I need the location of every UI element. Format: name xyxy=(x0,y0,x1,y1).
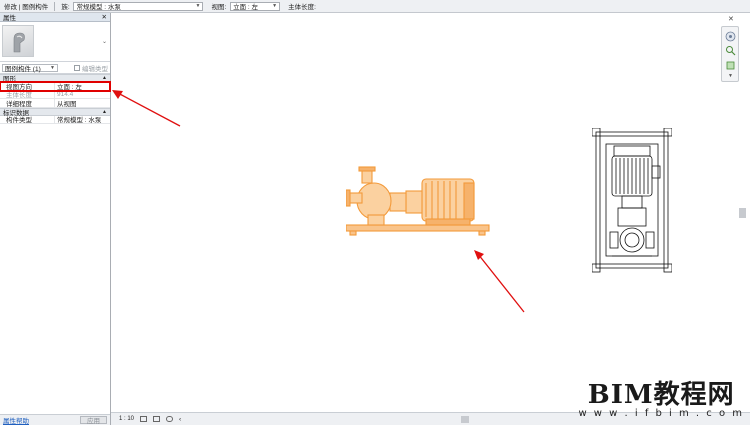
properties-help-link[interactable]: 属性帮助 xyxy=(3,415,29,425)
options-bar: 修改 | 图例构件 族: 常规模型 : 水泵 ▼ 视图: 立面 : 左 ▼ 主体… xyxy=(0,0,750,13)
property-row-view-direction[interactable]: 视图方向 立面 : 左 xyxy=(0,81,111,92)
type-selector-caret[interactable]: ⌄ xyxy=(102,38,107,45)
property-value[interactable]: 常规模型 : 水泵 xyxy=(55,116,110,124)
property-key: 详细程度 xyxy=(0,99,55,108)
watermark-logo: BIM教程网 w w w . i f b i m . c o m xyxy=(578,382,744,419)
view-selector[interactable]: 视图: 立面 : 左 ▼ xyxy=(207,1,284,11)
properties-title-bar: 属性 ✕ xyxy=(0,13,110,22)
chevron-down-icon: ▼ xyxy=(195,3,201,9)
edit-type-label: 编辑类型 xyxy=(82,65,108,73)
watermark-url: w w w . i f b i m . c o m xyxy=(578,408,744,419)
view-value: 立面 : 左 xyxy=(233,4,258,11)
property-value[interactable]: 立面 : 左 xyxy=(55,82,110,91)
property-row-component-type[interactable]: 构件类型 常规模型 : 水泵 xyxy=(0,115,110,124)
family-dropdown[interactable]: 常规模型 : 水泵 ▼ xyxy=(73,1,204,11)
collapse-icon: ▲ xyxy=(102,75,107,81)
type-selector[interactable]: ⌄ xyxy=(0,22,110,62)
host-length-label: 主体长度: xyxy=(288,4,316,11)
apply-button[interactable]: 应用 xyxy=(80,416,107,425)
chevron-down-icon: ▼ xyxy=(272,3,278,9)
property-key: 视图方向 xyxy=(0,82,55,91)
vertical-scrollbar[interactable] xyxy=(739,208,746,218)
annotation-arrow xyxy=(112,90,181,127)
host-length-field[interactable]: 主体长度: xyxy=(284,1,320,11)
edit-type-icon xyxy=(74,64,80,71)
visual-style-icon[interactable] xyxy=(153,416,161,422)
modify-context-label: 修改 | 图例构件 xyxy=(4,4,49,11)
pump-elevation-selected[interactable] xyxy=(346,163,491,245)
close-icon[interactable]: ✕ xyxy=(102,13,107,21)
detail-level-icon[interactable] xyxy=(140,416,148,422)
family-value: 常规模型 : 水泵 xyxy=(76,4,121,11)
family-preview-icon xyxy=(13,32,25,53)
separator xyxy=(54,1,56,11)
annotation-arrow xyxy=(474,250,525,313)
chevron-left-icon[interactable]: ‹ xyxy=(179,416,181,423)
chevron-down-icon[interactable]: ▼ xyxy=(728,73,733,79)
collapse-icon: ▲ xyxy=(102,108,107,115)
steering-wheel-icon[interactable] xyxy=(725,31,736,42)
property-value[interactable]: 从视图 xyxy=(55,99,110,108)
instance-filter-row: 图例构件 (1) ▼ 编辑类型 xyxy=(0,62,110,74)
family-label: 族: xyxy=(61,4,70,11)
navigation-bar[interactable]: ▼ xyxy=(721,26,739,82)
family-selector[interactable]: 族: 常规模型 : 水泵 ▼ xyxy=(57,1,207,11)
edit-type-button[interactable]: 编辑类型 xyxy=(74,63,108,73)
instance-filter-dropdown[interactable]: 图例构件 (1) ▼ xyxy=(2,63,58,73)
type-thumbnail xyxy=(2,25,34,57)
view-label: 视图: xyxy=(211,4,227,11)
temporary-hide-icon[interactable] xyxy=(166,416,174,422)
property-key: 构件类型 xyxy=(0,115,55,124)
chevron-down-icon: ▼ xyxy=(50,64,55,71)
pump-plan-view[interactable] xyxy=(592,128,672,273)
zoom-icon[interactable] xyxy=(725,45,736,56)
instance-filter-value: 图例构件 (1) xyxy=(5,65,41,73)
horizontal-scrollbar[interactable] xyxy=(461,416,469,423)
view-scale[interactable]: 1 : 10 xyxy=(119,416,134,422)
pan-icon[interactable] xyxy=(725,60,736,70)
drawing-canvas[interactable] xyxy=(111,13,750,412)
properties-palette: 属性 ✕ ⌄ 图例构件 (1) ▼ 编辑类型 图形 ▲ 视图方向 立面 : 左 … xyxy=(0,13,111,425)
properties-title: 属性 xyxy=(3,15,16,22)
watermark-title: BIM教程网 xyxy=(587,380,735,410)
close-icon[interactable]: ✕ xyxy=(728,15,734,23)
view-dropdown[interactable]: 立面 : 左 ▼ xyxy=(230,1,281,11)
properties-footer: 属性帮助 应用 xyxy=(0,414,110,425)
